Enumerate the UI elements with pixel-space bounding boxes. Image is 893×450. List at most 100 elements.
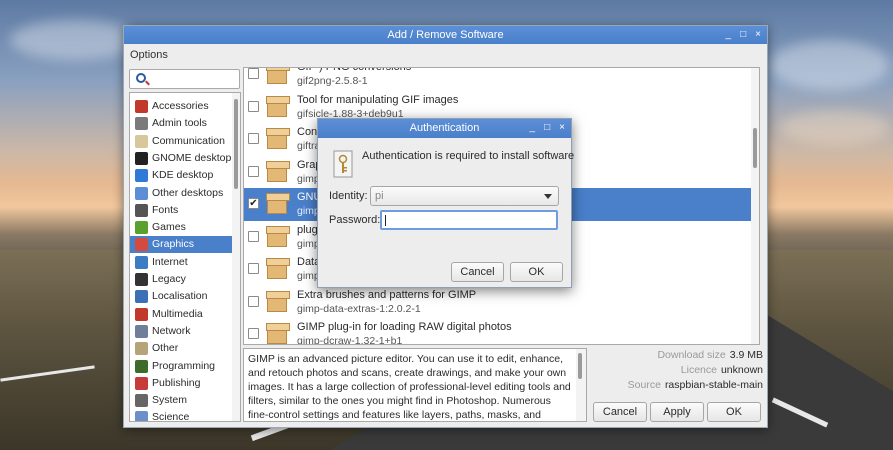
ok-button[interactable]: OK <box>707 402 761 422</box>
package-row[interactable]: GIF-) PNG conversions gif2png-2.5.8-1 <box>244 67 752 91</box>
category-label: Legacy <box>152 273 186 285</box>
password-label: Password: <box>329 214 381 226</box>
package-icon <box>265 257 290 281</box>
category-item[interactable]: Other <box>130 340 234 357</box>
category-label: Other desktops <box>152 186 224 199</box>
category-label: Other <box>152 342 179 355</box>
password-field[interactable] <box>380 210 558 230</box>
package-checkbox[interactable] <box>248 295 259 307</box>
package-checkbox[interactable] <box>248 230 259 242</box>
identity-select[interactable]: pi <box>370 186 559 206</box>
search-input[interactable] <box>129 69 240 89</box>
package-name: Tool for manipulating GIF images <box>297 93 459 106</box>
category-item[interactable]: Legacy <box>130 271 234 288</box>
category-label: KDE desktop <box>152 169 214 182</box>
download-size-label: Download size <box>657 349 726 361</box>
kde-icon <box>135 169 148 183</box>
menu-bar: Options <box>124 45 767 65</box>
other-desktops-icon <box>135 186 148 200</box>
package-checkbox[interactable] <box>248 263 259 274</box>
maximize-icon[interactable]: □ <box>740 26 746 44</box>
identity-value: pi <box>375 190 384 202</box>
category-item[interactable]: Multimedia <box>130 306 234 323</box>
category-label: System <box>152 394 188 407</box>
window-titlebar[interactable]: Add / Remove Software _ □ × <box>124 26 767 44</box>
cancel-button[interactable]: Cancel <box>593 402 647 422</box>
package-name: GIF-) PNG conversions <box>297 67 412 73</box>
apply-button[interactable]: Apply <box>650 402 704 422</box>
close-icon[interactable]: × <box>755 26 761 44</box>
package-icon <box>265 68 290 86</box>
package-checkbox[interactable]: ✔ <box>248 198 259 209</box>
dialog-ok-button[interactable]: OK <box>510 262 563 282</box>
package-row[interactable]: GIMP plug-in for loading RAW digital pho… <box>244 318 752 345</box>
legacy-icon <box>135 273 148 286</box>
category-item[interactable]: Network <box>130 323 234 340</box>
lock-icon <box>333 150 353 178</box>
category-item[interactable]: Other desktops <box>130 185 234 202</box>
package-icon <box>265 127 290 151</box>
category-label: Programming <box>152 359 216 372</box>
package-checkbox[interactable] <box>248 68 259 79</box>
fonts-icon <box>135 203 148 217</box>
licence-value: unknown <box>720 364 763 376</box>
category-item[interactable]: Graphics <box>130 236 234 254</box>
category-label: Communication <box>152 134 225 147</box>
package-scrollbar[interactable] <box>751 68 759 344</box>
auth-message: Authentication is required to install so… <box>362 150 575 162</box>
category-item[interactable]: Fonts <box>130 202 234 219</box>
graphics-icon <box>135 238 148 252</box>
package-checkbox[interactable] <box>248 133 259 144</box>
communication-icon <box>135 134 148 148</box>
category-item[interactable]: KDE desktop <box>130 167 234 184</box>
category-item[interactable]: Games <box>130 219 234 236</box>
package-icon <box>265 160 290 184</box>
publishing-icon <box>135 376 148 390</box>
package-icon <box>265 95 290 119</box>
category-item[interactable]: Communication <box>130 133 234 150</box>
description-scrollbar[interactable] <box>576 349 586 421</box>
admin-tools-icon <box>135 117 148 131</box>
category-label: Publishing <box>152 376 201 389</box>
science-icon <box>135 411 148 421</box>
source-value: raspbian-stable-main <box>664 379 763 391</box>
licence-label: Licence <box>680 364 717 376</box>
menu-options[interactable]: Options <box>130 49 168 61</box>
category-label: Fonts <box>152 203 179 216</box>
category-item[interactable]: Internet <box>130 254 234 271</box>
category-item[interactable]: Admin tools <box>130 115 234 132</box>
package-name: Extra brushes and patterns for GIMP <box>297 288 477 301</box>
system-icon <box>135 394 148 408</box>
gnome-icon <box>135 151 148 165</box>
category-label: Graphics <box>152 238 195 251</box>
minimize-icon[interactable]: _ <box>726 26 732 44</box>
category-item[interactable]: Publishing <box>130 375 234 392</box>
dialog-titlebar[interactable]: Authentication _ □ × <box>318 119 571 138</box>
category-item[interactable]: Accessories <box>130 98 234 115</box>
category-scrollbar[interactable] <box>232 93 240 421</box>
package-version: gimp-dcraw-1.32-1+b1 <box>297 335 403 345</box>
category-item[interactable]: GNOME desktop <box>130 150 234 167</box>
internet-icon <box>135 255 148 269</box>
localisation-icon <box>135 290 148 304</box>
category-label: Network <box>152 324 191 337</box>
category-item[interactable]: Science <box>130 409 234 421</box>
dialog-cancel-button[interactable]: Cancel <box>451 262 504 282</box>
package-checkbox[interactable] <box>248 328 259 339</box>
package-row[interactable]: Extra brushes and patterns for GIMP gimp-… <box>244 286 752 319</box>
dialog-close-icon[interactable]: × <box>559 119 565 137</box>
accessories-icon <box>135 100 148 113</box>
category-item[interactable]: Localisation <box>130 288 234 305</box>
package-checkbox[interactable] <box>248 165 259 177</box>
category-item[interactable]: Programming <box>130 358 234 375</box>
other-icon <box>135 342 148 356</box>
dialog-minimize-icon[interactable]: _ <box>530 119 536 137</box>
category-item[interactable]: System <box>130 392 234 409</box>
dialog-maximize-icon[interactable]: □ <box>544 119 550 137</box>
category-label: Internet <box>152 255 188 268</box>
package-checkbox[interactable] <box>248 100 259 112</box>
category-label: Admin tools <box>152 117 207 130</box>
package-icon <box>265 290 290 314</box>
identity-label: Identity: <box>329 190 368 202</box>
category-label: Multimedia <box>152 307 203 320</box>
